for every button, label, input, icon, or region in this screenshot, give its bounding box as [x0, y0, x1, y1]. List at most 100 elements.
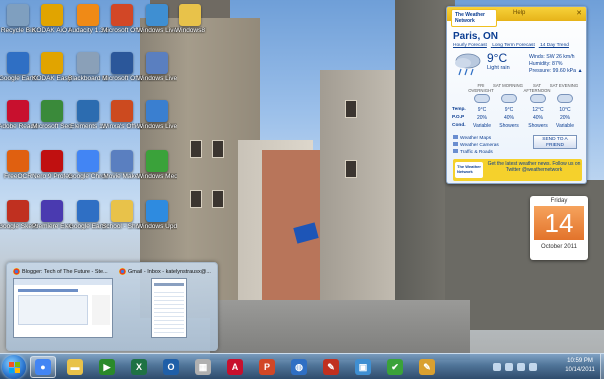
windows-logo-icon	[15, 368, 20, 373]
thumbnail-preview[interactable]	[13, 278, 113, 338]
taskbar-button-notepad[interactable]: ✎	[414, 356, 440, 378]
long-term-forecast-link[interactable]: Long Term Forecast	[492, 43, 535, 48]
movie-maker-icon	[146, 52, 168, 74]
taskbar-clock[interactable]: 10:59 PM 10/14/2011	[560, 357, 600, 375]
forecast-period-label: SAT AFTERNOON	[523, 83, 551, 93]
weather-network-ad-logo: The Weather Network	[455, 162, 483, 178]
thumbnail-blogger[interactable]: Blogger: Tech of The Future - Ste...	[13, 268, 117, 346]
weather-help-link[interactable]: Help	[513, 10, 525, 16]
taskbar-button-remote-desktop[interactable]: ▣	[350, 356, 376, 378]
cond-row-label: Cond.	[452, 123, 466, 128]
show-desktop-button[interactable]	[600, 354, 604, 379]
taskbar-button-adobe-reader[interactable]: A	[222, 356, 248, 378]
desktop-icon[interactable]: Winxa's Office	[102, 100, 142, 130]
desktop-icon-label: Microsoft Security...	[32, 123, 72, 130]
taskbar-button-excel[interactable]: X	[126, 356, 152, 378]
desktop-icon[interactable]: Windows Media Center	[137, 150, 177, 180]
forecast-temp: 9°C	[504, 107, 514, 113]
weather-gadget[interactable]: The Weather Network Help ✕ Paris, ON Hou…	[446, 6, 587, 184]
desktop-icon-label: Movie Maker	[103, 173, 141, 180]
weather-maps-link[interactable]: Weather Maps	[453, 135, 499, 142]
desktop-icon[interactable]: Blackboard Clickers...	[68, 52, 108, 82]
desktop-icon[interactable]: FreeOCR	[0, 150, 36, 180]
calendar-gadget[interactable]: Friday 14 October 2011	[530, 196, 588, 260]
taskbar-button-media-player[interactable]: ▶	[94, 356, 120, 378]
forecast-pop: 40%	[503, 115, 514, 121]
taskbar-button-explorer[interactable]: ▬	[62, 356, 88, 378]
desktop-icon[interactable]: KODAK EasyShare...	[32, 52, 72, 82]
weather-extra-links: Weather Maps Weather Cameras Traffic & R…	[453, 135, 499, 156]
powerpoint-icon	[111, 4, 133, 26]
desktop-icon[interactable]: Premiere Elements...	[32, 200, 72, 230]
taskbar-button-sketchup[interactable]: ✎	[318, 356, 344, 378]
forecast-period-label: SAT MORNING	[493, 83, 523, 88]
paint-icon: ▦	[195, 359, 211, 375]
desktop-icon[interactable]: Microsoft Security...	[32, 100, 72, 130]
taskbar-button-powerpoint[interactable]: P	[254, 356, 280, 378]
wallpaper-window	[190, 190, 202, 208]
preview-line	[154, 283, 184, 286]
folder-icon	[111, 200, 133, 222]
checkmark-icon: ✔	[387, 359, 403, 375]
desktop-icon[interactable]: Windows8	[172, 4, 208, 34]
desktop-icon[interactable]: Microsoft Office Wo...	[102, 52, 142, 82]
weather-network-logo[interactable]: The Weather Network	[451, 9, 497, 27]
nero-icon	[41, 150, 63, 172]
thumbnail-title: Blogger: Tech of The Future - Ste...	[13, 268, 117, 275]
network-icon[interactable]	[505, 363, 513, 371]
desktop-icon[interactable]: Google Chrome	[68, 150, 108, 180]
wind-value: Winds: SW 26 km/h	[529, 54, 575, 60]
desktop-icon-label: Windows Update	[137, 223, 177, 230]
google-earth-icon	[77, 200, 99, 222]
desktop-icon[interactable]: Microsoft Office Po...	[102, 4, 142, 34]
weather-details: Winds: SW 26 km/h Humidity: 87% Pressure…	[529, 54, 583, 75]
volume-icon[interactable]	[517, 363, 525, 371]
twitter-ad-banner[interactable]: The Weather Network Get the latest weath…	[453, 159, 582, 181]
traffic-roads-link[interactable]: Traffic & Roads	[453, 149, 499, 156]
thumbnail-preview[interactable]	[151, 278, 187, 338]
desktop-icon[interactable]: Windows Update	[137, 200, 177, 230]
current-temperature: 9°C	[487, 51, 508, 65]
send-to-friend-button[interactable]: SEND TO A FRIEND	[533, 135, 577, 149]
chrome-icon: ●	[35, 359, 51, 375]
taskbar-button-outlook[interactable]: O	[158, 356, 184, 378]
desktop-icon[interactable]: Audacity 1.3 Beta (Unicode)	[68, 4, 108, 34]
weather-cameras-link[interactable]: Weather Cameras	[453, 142, 499, 149]
google-earth-icon: ◍	[291, 359, 307, 375]
office-icon	[111, 100, 133, 122]
desktop-icon[interactable]: Nero 9 Professional	[32, 150, 72, 180]
wallpaper-building-right	[320, 70, 400, 310]
desktop-icon[interactable]: Google SketchUp 8	[0, 200, 38, 230]
desktop-icon[interactable]: Google Earth	[0, 52, 37, 82]
desktop-icon[interactable]: School - Shortcut	[102, 200, 142, 230]
word-icon	[111, 52, 133, 74]
thumbnail-gmail[interactable]: Gmail - Inbox - katelynstrausx@...	[119, 268, 215, 346]
forecast-pop: 20%	[476, 115, 487, 121]
desktop-icon[interactable]: KODAK AiO Home Center	[32, 4, 72, 34]
desktop-icon[interactable]: Movie Maker	[103, 150, 141, 180]
desktop-icon[interactable]: Recycle Bin	[0, 4, 36, 34]
desktop-icon[interactable]: Google Earth	[69, 200, 107, 230]
desktop-icon[interactable]: Windows Live Movie...	[137, 52, 177, 82]
desktop-icon[interactable]: Elements 11	[70, 100, 106, 130]
taskbar-button-paint[interactable]: ▦	[190, 356, 216, 378]
remote-desktop-icon: ▣	[355, 359, 371, 375]
cloud-icon	[557, 94, 573, 103]
hourly-forecast-link[interactable]: Hourly Forecast	[453, 43, 487, 48]
close-icon[interactable]: ✕	[576, 9, 582, 17]
desktop-icon[interactable]: Windows Live Photo...	[137, 100, 177, 130]
forecast-cond: Variable	[473, 123, 491, 129]
preview-inbox-list	[154, 289, 184, 333]
tray-arrow-icon[interactable]	[493, 363, 501, 371]
day-trend-link[interactable]: 14 Day Trend	[540, 43, 569, 48]
wallpaper-window	[212, 190, 224, 208]
kodak-icon	[41, 52, 63, 74]
desktop-icon[interactable]: Adobe Reader X	[0, 100, 38, 130]
taskbar-button-google-earth[interactable]: ◍	[286, 356, 312, 378]
windows-update-icon	[146, 200, 168, 222]
start-button[interactable]	[2, 355, 26, 379]
pencil-icon: ✎	[419, 359, 435, 375]
taskbar-button-chrome[interactable]: ●	[30, 356, 56, 378]
battery-icon[interactable]	[529, 363, 537, 371]
taskbar-button-checkmark[interactable]: ✔	[382, 356, 408, 378]
